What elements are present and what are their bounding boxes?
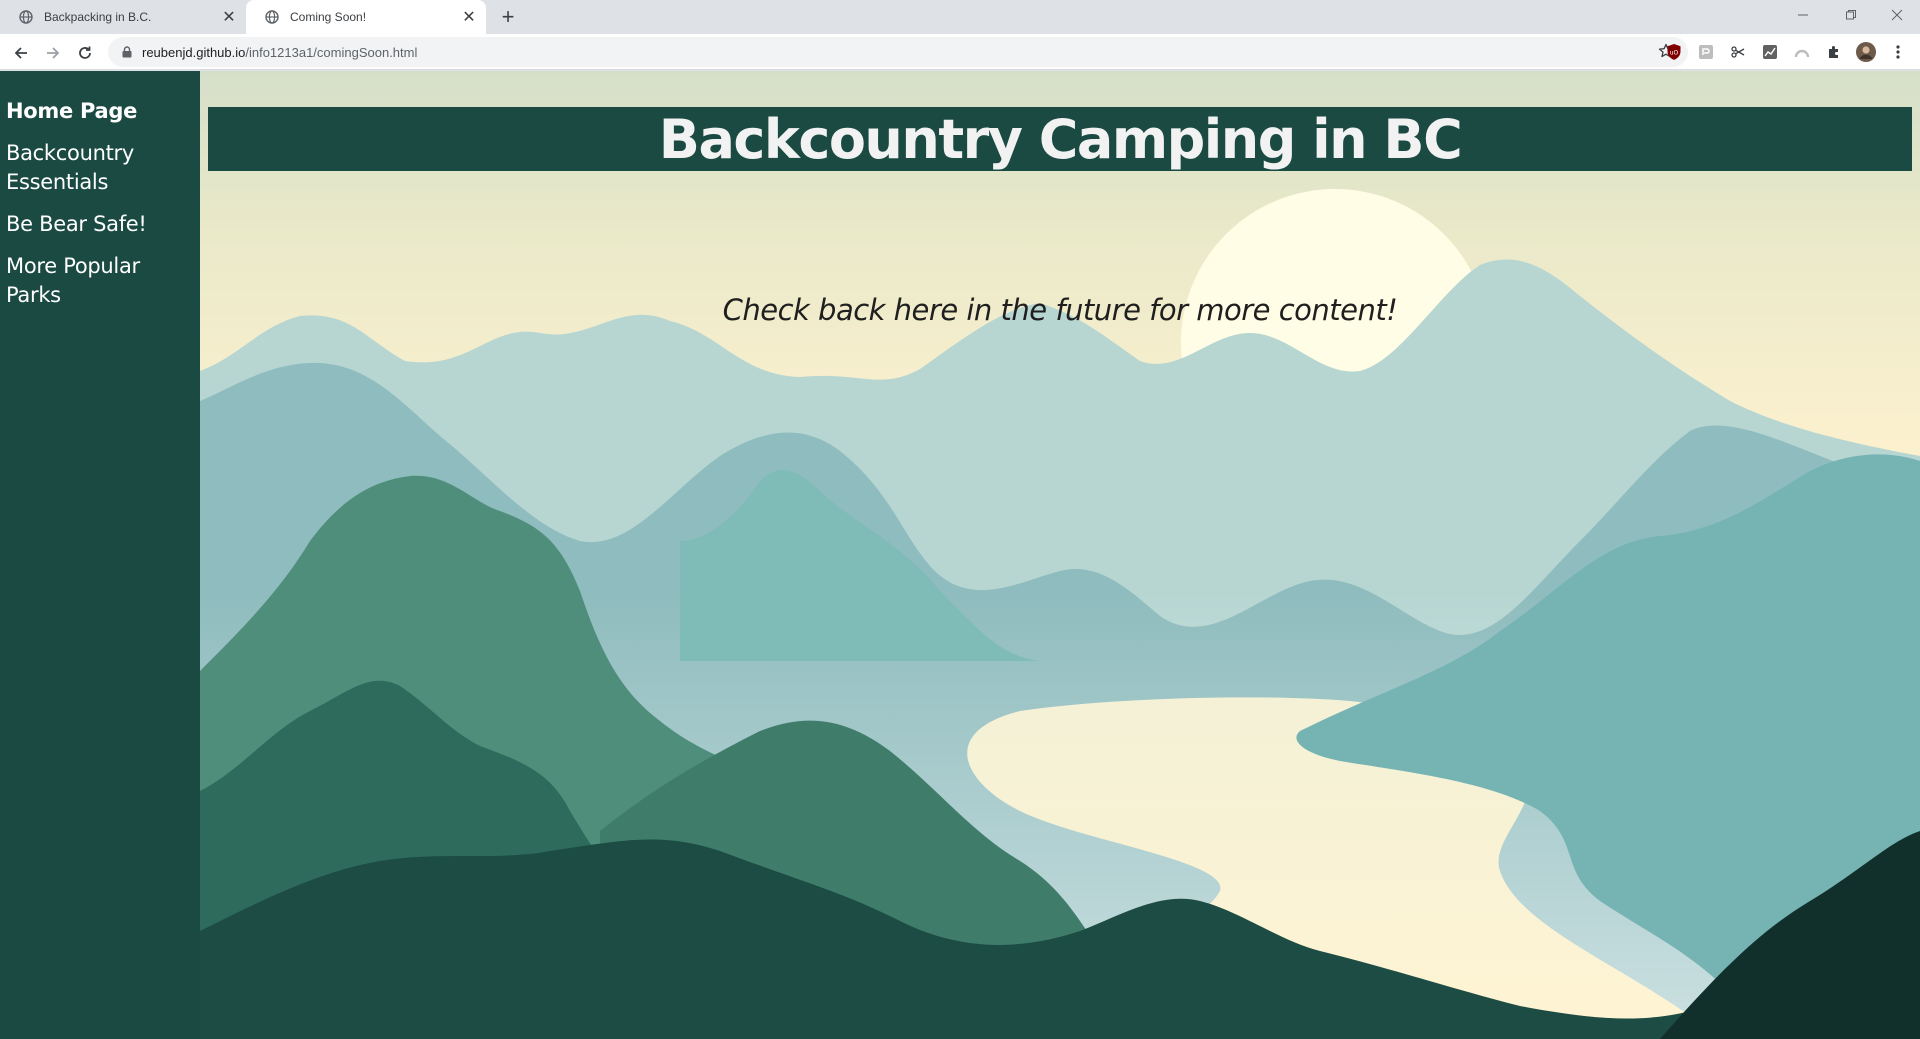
chart-extension-icon[interactable]	[1760, 42, 1780, 62]
browser-toolbar: reubenjd.github.io/info1213a1/comingSoon…	[0, 34, 1920, 70]
back-arrow-icon[interactable]	[8, 40, 34, 66]
svg-text:uO: uO	[1670, 50, 1679, 57]
window-close-icon[interactable]	[1874, 0, 1920, 30]
sidebar-item-more-popular-parks[interactable]: More Popular Parks	[6, 252, 200, 310]
page-title: Backcountry Camping in BC	[658, 107, 1463, 171]
url-host: reubenjd.github.io	[142, 44, 246, 60]
coming-soon-message: Check back here in the future for more c…	[722, 293, 1398, 327]
sidebar-item-backcountry-essentials[interactable]: Backcountry Essentials	[6, 139, 200, 197]
arc-extension-icon[interactable]	[1792, 42, 1812, 62]
avatar[interactable]	[1856, 42, 1876, 62]
menu-dots-icon[interactable]	[1888, 42, 1908, 62]
close-icon[interactable]: ✕	[458, 6, 480, 28]
minimize-icon[interactable]	[1780, 0, 1826, 30]
site-header: Backcountry Camping in BC	[208, 107, 1912, 171]
mountain-landscape-illustration	[200, 189, 1920, 1039]
extension-puzzle-gray-icon[interactable]	[1696, 42, 1716, 62]
browser-tab-coming-soon[interactable]: Coming Soon! ✕	[246, 0, 486, 34]
main-content: Backcountry Camping in BC Check back her…	[200, 71, 1920, 1039]
sidebar-nav: Home Page Backcountry Essentials Be Bear…	[0, 71, 200, 1039]
browser-tab-strip: Backpacking in B.C. ✕ Coming Soon! ✕ +	[0, 0, 1920, 34]
scissors-icon[interactable]	[1728, 42, 1748, 62]
close-icon[interactable]: ✕	[218, 6, 240, 28]
tab-title: Coming Soon!	[290, 10, 367, 24]
page-viewport: Home Page Backcountry Essentials Be Bear…	[0, 71, 1920, 1039]
ublock-shield-icon[interactable]: uO	[1664, 42, 1684, 62]
sidebar-item-be-bear-safe[interactable]: Be Bear Safe!	[6, 210, 200, 239]
sidebar-item-home-page[interactable]: Home Page	[6, 97, 200, 126]
forward-arrow-icon[interactable]	[40, 40, 66, 66]
address-bar[interactable]: reubenjd.github.io/info1213a1/comingSoon…	[108, 37, 1688, 67]
extensions-puzzle-icon[interactable]	[1824, 42, 1844, 62]
reload-icon[interactable]	[72, 40, 98, 66]
new-tab-button[interactable]: +	[496, 4, 520, 29]
tab-title: Backpacking in B.C.	[44, 10, 152, 24]
lock-icon[interactable]	[122, 46, 132, 58]
browser-tab-backpacking[interactable]: Backpacking in B.C. ✕	[0, 0, 246, 34]
globe-icon	[264, 9, 280, 25]
globe-icon	[18, 9, 34, 25]
restore-icon[interactable]	[1828, 0, 1874, 30]
url-path: /info1213a1/comingSoon.html	[245, 44, 418, 60]
